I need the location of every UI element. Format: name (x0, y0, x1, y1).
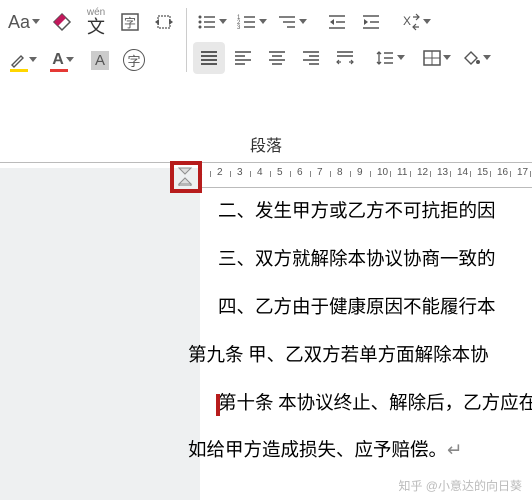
font-case-button[interactable]: Aa (4, 6, 44, 38)
doc-line[interactable]: 二、发生甲方或乙方不可抗拒的因 (218, 200, 532, 226)
align-center-icon (268, 50, 286, 66)
numbered-list-button[interactable]: 123 (233, 6, 271, 38)
text-direction-icon: X (401, 13, 421, 31)
chevron-down-icon (32, 19, 40, 25)
char-border-icon: 字 (120, 12, 140, 32)
paragraph-group-label: 段落 (0, 124, 532, 162)
align-center-button[interactable] (261, 42, 293, 74)
indent-marker-highlight (170, 161, 202, 193)
multilevel-list-button[interactable] (273, 6, 311, 38)
toolbar-separator (186, 8, 187, 72)
decrease-indent-icon (327, 13, 347, 31)
align-right-button[interactable] (295, 42, 327, 74)
doc-line[interactable]: 第九条 甲、乙双方若单方面解除本协 (188, 344, 532, 370)
line-spacing-button[interactable] (371, 42, 409, 74)
char-shading-label: A (91, 51, 109, 70)
range-arrows-icon (153, 11, 175, 33)
char-shading-button[interactable]: A (84, 44, 116, 76)
chevron-down-icon (259, 19, 267, 25)
chevron-down-icon (423, 19, 431, 25)
range-button[interactable] (148, 6, 180, 38)
increase-indent-icon (361, 13, 381, 31)
chevron-down-icon (397, 55, 405, 61)
align-left-button[interactable] (227, 42, 259, 74)
font-color-swatch (50, 69, 68, 72)
align-left-icon (234, 50, 252, 66)
watermark: 知乎 @小意达的向日葵 (398, 477, 522, 494)
font-color-letter: A (52, 51, 64, 69)
chevron-down-icon (66, 57, 74, 63)
borders-icon (423, 50, 441, 66)
chevron-down-icon (299, 19, 307, 25)
align-distribute-icon (336, 50, 354, 66)
line-spacing-icon (375, 49, 395, 67)
enclose-chars-button[interactable]: 字 (118, 44, 150, 76)
chevron-down-icon (443, 55, 451, 61)
doc-line[interactable]: 第十条 本协议终止、解除后，乙方应在 (218, 392, 532, 418)
enclose-icon: 字 (123, 49, 145, 71)
doc-line[interactable]: 四、乙方由于健康原因不能履行本 (218, 296, 532, 322)
align-justify-button[interactable] (193, 42, 225, 74)
clear-format-button[interactable] (46, 6, 78, 38)
chevron-down-icon (483, 55, 491, 61)
align-justify-icon (200, 50, 218, 66)
borders-button[interactable] (419, 42, 455, 74)
highlighter-icon (9, 51, 27, 69)
numbered-list-icon: 123 (237, 13, 257, 31)
multilevel-list-icon (277, 13, 297, 31)
text-cursor (216, 394, 220, 416)
shading-button[interactable] (457, 42, 495, 74)
chevron-down-icon (219, 19, 227, 25)
increase-indent-button[interactable] (355, 6, 387, 38)
highlight-color-swatch (10, 69, 28, 72)
svg-text:X: X (403, 14, 411, 28)
align-distribute-button[interactable] (329, 42, 361, 74)
svg-text:3: 3 (237, 25, 241, 31)
highlight-color-button[interactable] (4, 44, 42, 76)
svg-text:字: 字 (124, 15, 136, 30)
document-body[interactable]: 二、发生甲方或乙方不可抗拒的因 三、双方就解除本协议协商一致的 四、乙方由于健康… (0, 188, 532, 465)
font-case-label: Aa (8, 12, 30, 33)
bullet-list-button[interactable] (193, 6, 231, 38)
char-border-button[interactable]: 字 (114, 6, 146, 38)
eraser-diamond-icon (51, 11, 73, 33)
paint-bucket-icon (461, 49, 481, 67)
align-right-icon (302, 50, 320, 66)
wen-icon: wén 文 (87, 8, 105, 36)
doc-line[interactable]: 如给甲方造成损失、应予赔偿。↵ (188, 439, 532, 465)
font-color-button[interactable]: A (44, 44, 82, 76)
text-direction-button[interactable]: X (397, 6, 435, 38)
phonetic-guide-button[interactable]: wén 文 (80, 6, 112, 38)
chevron-down-icon (29, 57, 37, 63)
doc-line[interactable]: 三、双方就解除本协议协商一致的 (218, 248, 532, 274)
decrease-indent-button[interactable] (321, 6, 353, 38)
bullet-list-icon (197, 13, 217, 31)
